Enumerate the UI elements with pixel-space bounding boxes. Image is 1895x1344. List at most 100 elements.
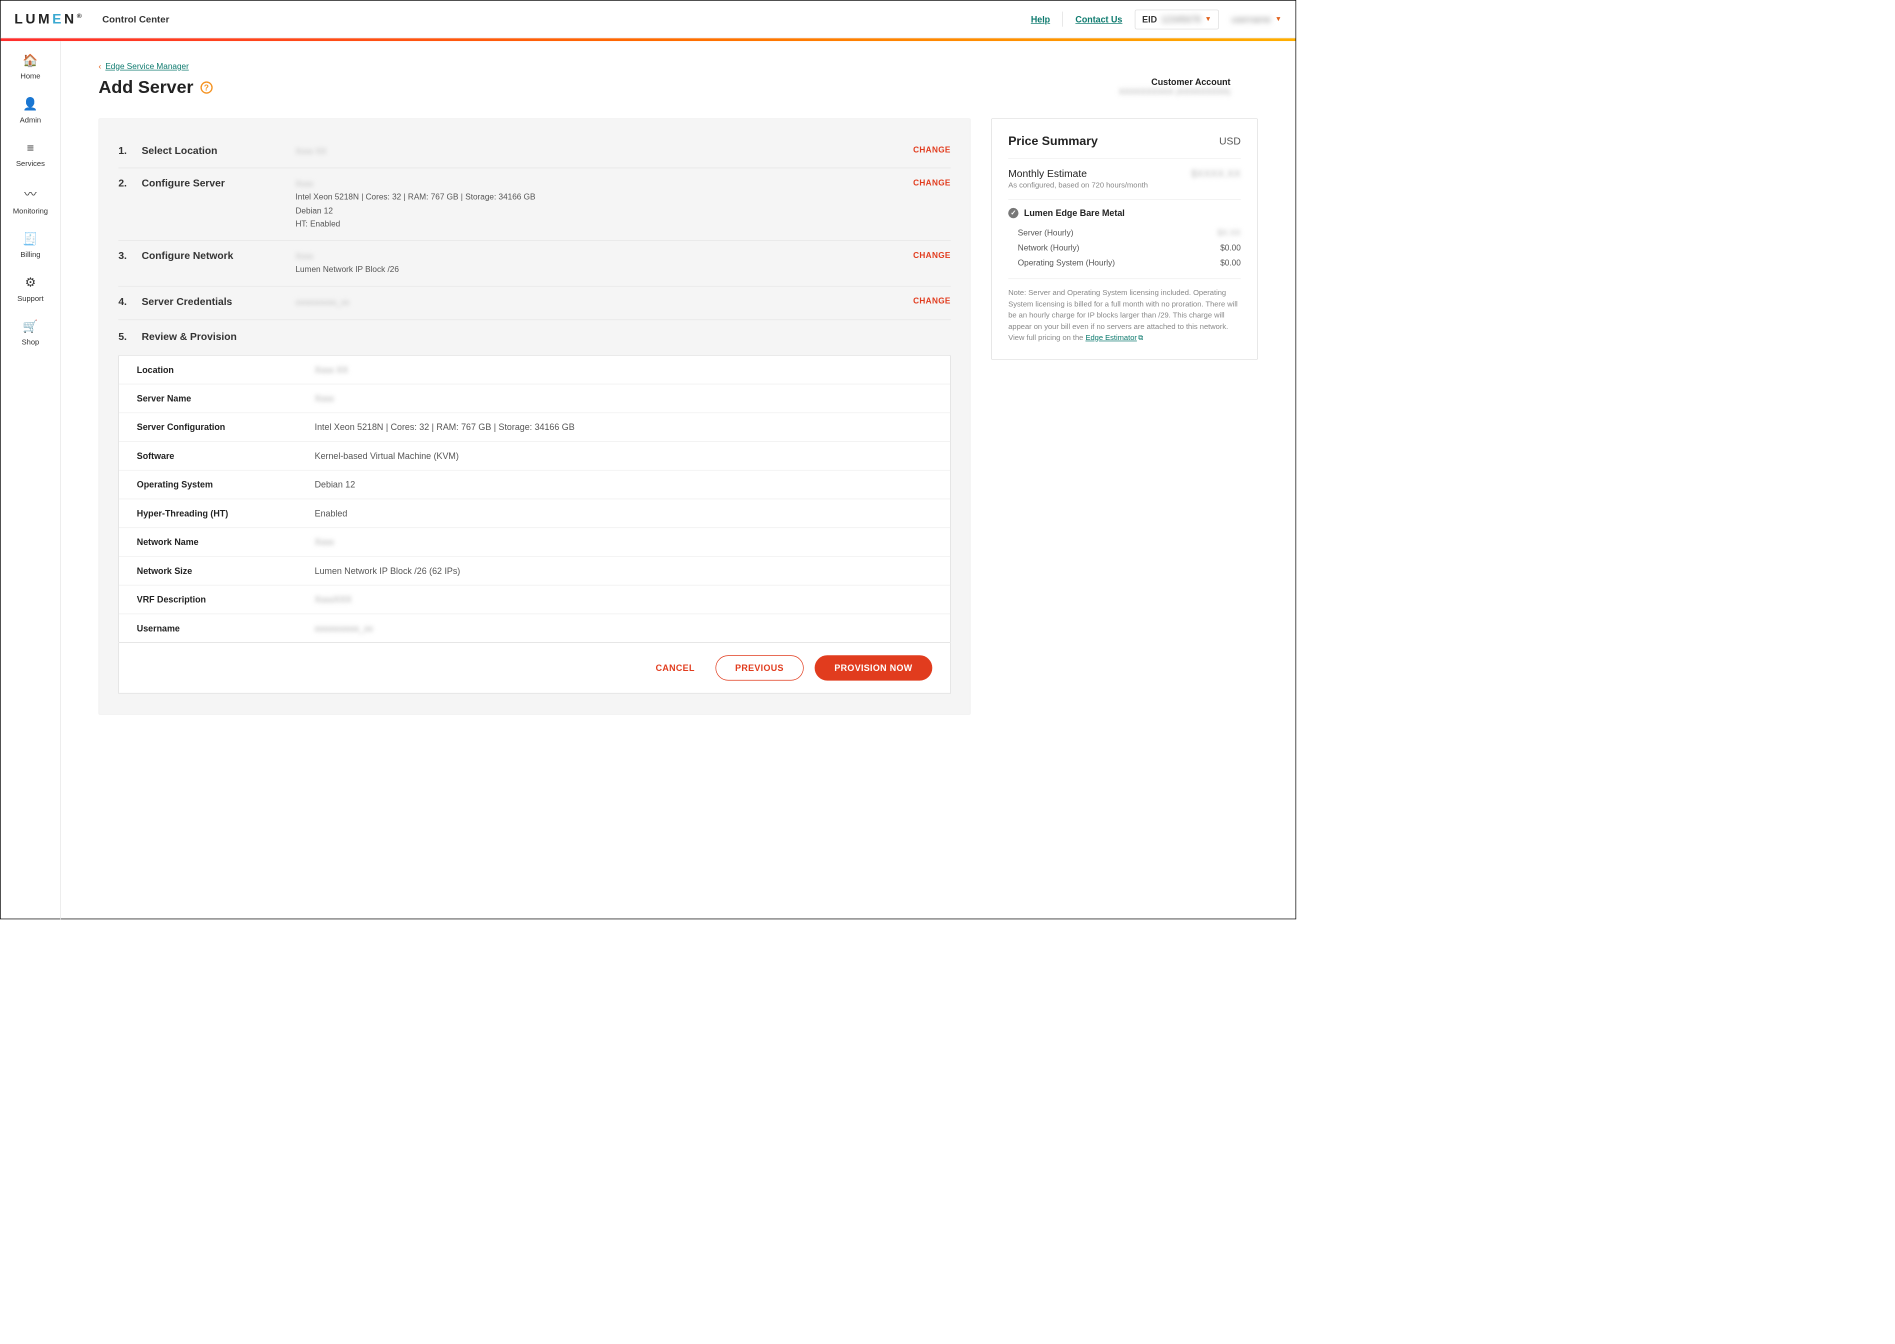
gear-icon: ⚙ bbox=[1, 276, 61, 290]
price-line-label: Network (Hourly) bbox=[1018, 243, 1080, 253]
monthly-estimate-label: Monthly Estimate bbox=[1008, 168, 1087, 180]
price-note: Note: Server and Operating System licens… bbox=[1008, 278, 1241, 343]
sidebar-monitoring[interactable]: 〰Monitoring bbox=[1, 178, 61, 224]
review-label: Server Name bbox=[137, 393, 315, 403]
breadcrumb: ‹ Edge Service Manager bbox=[98, 62, 1257, 72]
previous-button[interactable]: PREVIOUS bbox=[715, 655, 803, 680]
review-value: Debian 12 bbox=[315, 479, 356, 489]
review-value: xxxxxxxxxx_xx bbox=[315, 623, 373, 633]
price-summary-card: Price Summary USD Monthly Estimate $XXXX… bbox=[991, 118, 1258, 359]
monthly-estimate-subtext: As configured, based on 720 hours/month bbox=[1008, 181, 1241, 199]
list-icon: ≡ bbox=[1, 141, 61, 155]
step-review-provision: 5. Review & Provision bbox=[118, 320, 950, 355]
sidebar: 🏠Home 👤Admin ≡Services 〰Monitoring 🧾Bill… bbox=[1, 41, 61, 920]
check-icon: ✓ bbox=[1008, 208, 1018, 218]
action-bar: CANCEL PREVIOUS PROVISION NOW bbox=[118, 643, 950, 694]
product-name: Control Center bbox=[102, 14, 169, 25]
review-row: VRF DescriptionXxxxXXX bbox=[119, 585, 950, 614]
sidebar-support[interactable]: ⚙Support bbox=[1, 269, 61, 311]
user-menu[interactable]: username ▼ bbox=[1231, 14, 1281, 24]
sidebar-shop[interactable]: 🛒Shop bbox=[1, 313, 61, 355]
review-row: SoftwareKernel-based Virtual Machine (KV… bbox=[119, 442, 950, 471]
provision-now-button[interactable]: PROVISION NOW bbox=[815, 655, 933, 680]
cancel-button[interactable]: CANCEL bbox=[646, 656, 704, 680]
price-line-amount: $X.XX bbox=[1217, 228, 1240, 238]
price-line: Operating System (Hourly) $0.00 bbox=[1008, 255, 1241, 270]
eid-label: EID bbox=[1142, 14, 1157, 24]
divider bbox=[1062, 12, 1063, 27]
sidebar-admin[interactable]: 👤Admin bbox=[1, 90, 61, 132]
main-content: ‹ Edge Service Manager Add Server ? Cust… bbox=[61, 41, 1296, 920]
step-configure-network: 3. Configure Network Xxxx Lumen Network … bbox=[118, 241, 950, 287]
sidebar-home[interactable]: 🏠Home bbox=[1, 47, 61, 89]
price-line: Server (Hourly) $X.XX bbox=[1008, 225, 1241, 240]
change-credentials-button[interactable]: CHANGE bbox=[913, 296, 951, 306]
activity-icon: 〰 bbox=[1, 185, 61, 203]
review-value: XxxxXXX bbox=[315, 594, 352, 604]
review-value: Xxxx XX bbox=[315, 364, 349, 374]
review-label: Username bbox=[137, 623, 315, 633]
step-configure-server: 2. Configure Server Xxxx Intel Xeon 5218… bbox=[118, 168, 950, 240]
topbar: LUMEN® Control Center Help Contact Us EI… bbox=[1, 1, 1296, 39]
help-icon[interactable]: ? bbox=[200, 81, 212, 93]
price-summary-title: Price Summary bbox=[1008, 134, 1098, 148]
review-value: Xxxx bbox=[315, 537, 334, 547]
price-section-title: ✓ Lumen Edge Bare Metal bbox=[1008, 208, 1241, 218]
review-table: LocationXxxx XXServer NameXxxxServer Con… bbox=[118, 355, 950, 643]
customer-account: Customer Account XXXXXXXXXX (XXXXXXXXX) bbox=[1119, 77, 1231, 97]
monthly-estimate-value: $XXXX.XX bbox=[1191, 168, 1241, 180]
review-row: Operating SystemDebian 12 bbox=[119, 470, 950, 499]
review-value: Intel Xeon 5218N | Cores: 32 | RAM: 767 … bbox=[315, 422, 575, 432]
wizard-panel: 1. Select Location Xxxx XX CHANGE 2. Con… bbox=[98, 118, 970, 714]
review-label: Location bbox=[137, 364, 315, 374]
review-label: Network Name bbox=[137, 537, 315, 547]
change-location-button[interactable]: CHANGE bbox=[913, 145, 951, 155]
price-line: Network (Hourly) $0.00 bbox=[1008, 240, 1241, 255]
chevron-left-icon: ‹ bbox=[98, 62, 101, 72]
person-icon: 👤 bbox=[1, 97, 61, 111]
sidebar-billing[interactable]: 🧾Billing bbox=[1, 225, 61, 267]
review-value: Kernel-based Virtual Machine (KVM) bbox=[315, 450, 459, 460]
currency-label: USD bbox=[1219, 135, 1241, 147]
review-label: VRF Description bbox=[137, 594, 315, 604]
price-line-amount: $0.00 bbox=[1220, 243, 1241, 253]
price-line-label: Operating System (Hourly) bbox=[1018, 258, 1115, 268]
sidebar-services[interactable]: ≡Services bbox=[1, 134, 61, 176]
change-network-button[interactable]: CHANGE bbox=[913, 250, 951, 260]
review-row: LocationXxxx XX bbox=[119, 355, 950, 384]
review-label: Operating System bbox=[137, 479, 315, 489]
change-server-button[interactable]: CHANGE bbox=[913, 178, 951, 188]
breadcrumb-link[interactable]: Edge Service Manager bbox=[105, 62, 189, 72]
page-title: Add Server ? bbox=[98, 77, 212, 98]
review-label: Hyper-Threading (HT) bbox=[137, 508, 315, 518]
review-row: Server NameXxxx bbox=[119, 384, 950, 413]
review-row: Network NameXxxx bbox=[119, 528, 950, 557]
review-row: Hyper-Threading (HT)Enabled bbox=[119, 499, 950, 528]
review-row: Server ConfigurationIntel Xeon 5218N | C… bbox=[119, 413, 950, 442]
home-icon: 🏠 bbox=[1, 53, 61, 67]
eid-value: 12345678 bbox=[1161, 14, 1201, 24]
review-row: Network SizeLumen Network IP Block /26 (… bbox=[119, 556, 950, 585]
review-label: Server Configuration bbox=[137, 422, 315, 432]
help-link[interactable]: Help bbox=[1031, 14, 1050, 24]
eid-selector[interactable]: EID 12345678 ▼ bbox=[1135, 9, 1219, 29]
contact-us-link[interactable]: Contact Us bbox=[1075, 14, 1122, 24]
username: username bbox=[1231, 14, 1271, 24]
step-select-location: 1. Select Location Xxxx XX CHANGE bbox=[118, 135, 950, 168]
chevron-down-icon: ▼ bbox=[1205, 15, 1212, 23]
review-row: Usernamexxxxxxxxxx_xx bbox=[119, 614, 950, 642]
external-link-icon: ⧉ bbox=[1138, 334, 1143, 342]
review-value: Xxxx bbox=[315, 393, 334, 403]
step-server-credentials: 4. Server Credentials xxxxxxxxxx_xx CHAN… bbox=[118, 287, 950, 320]
review-value: Enabled bbox=[315, 508, 348, 518]
edge-estimator-link[interactable]: Edge Estimator bbox=[1085, 334, 1136, 342]
price-line-label: Server (Hourly) bbox=[1018, 228, 1074, 238]
invoice-icon: 🧾 bbox=[1, 232, 61, 246]
chevron-down-icon: ▼ bbox=[1275, 15, 1282, 23]
review-label: Software bbox=[137, 450, 315, 460]
brand-logo: LUMEN® bbox=[14, 11, 81, 27]
price-line-amount: $0.00 bbox=[1220, 258, 1241, 268]
review-value: Lumen Network IP Block /26 (62 IPs) bbox=[315, 565, 461, 575]
cart-icon: 🛒 bbox=[1, 319, 61, 333]
review-label: Network Size bbox=[137, 565, 315, 575]
